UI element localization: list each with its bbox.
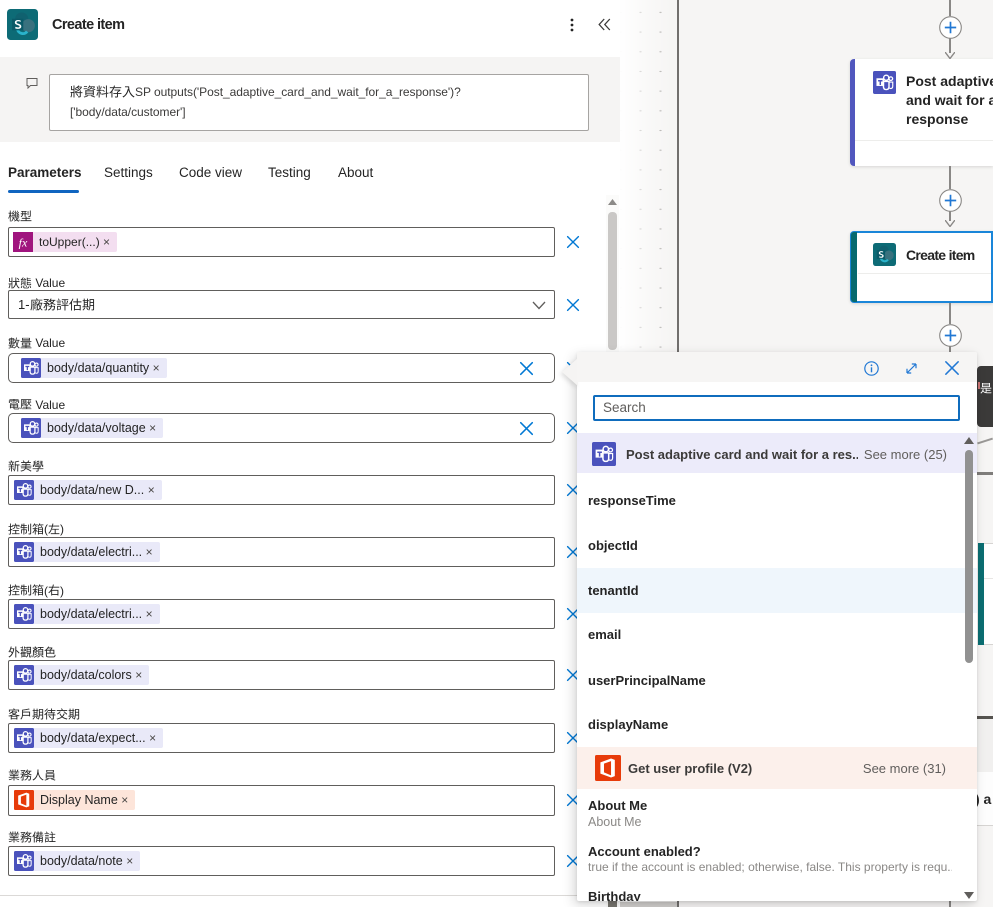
svg-text:fx: fx (19, 236, 28, 250)
